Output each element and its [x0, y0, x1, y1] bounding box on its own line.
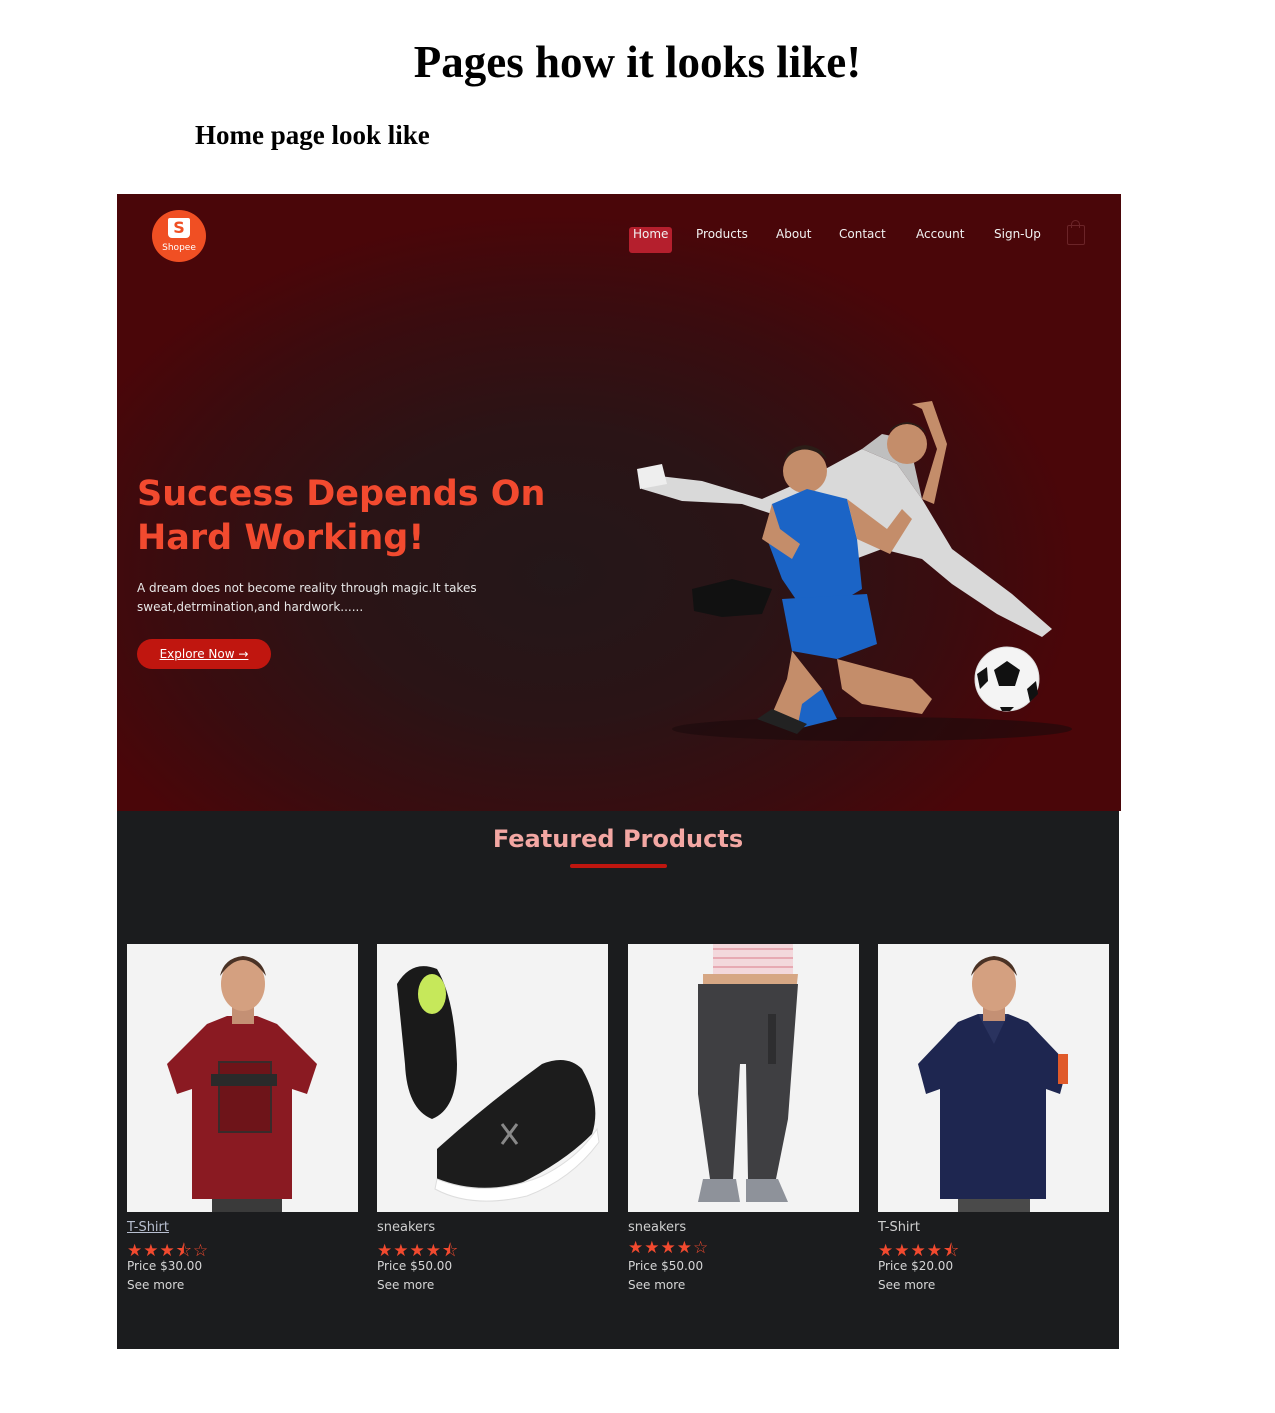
hero-screenshot: S Shopee Home Products About Contact Acc…	[117, 194, 1121, 811]
product-name[interactable]: T-Shirt	[127, 1220, 358, 1235]
hero-description: A dream does not become reality through …	[137, 581, 477, 614]
nav-contact[interactable]: Contact	[839, 227, 886, 253]
product-price: Price $20.00	[878, 1259, 954, 1273]
cart-icon[interactable]	[1067, 220, 1085, 245]
featured-products-title: Featured Products	[492, 825, 744, 853]
star-rating-icon: ★★★★⯪	[878, 1241, 961, 1261]
hero-heading: Success Depends On Hard Working!	[137, 474, 546, 558]
explore-now-button[interactable]: Explore Now →	[137, 639, 271, 669]
see-more-link[interactable]: See more	[377, 1278, 608, 1292]
product-card[interactable]: T-Shirt ★★★⯪☆ Price $30.00 See more	[127, 944, 358, 1292]
star-rating-icon: ★★★★☆	[628, 1238, 710, 1258]
nav-about[interactable]: About	[776, 227, 811, 253]
product-card[interactable]: sneakers ★★★★⯪ Price $50.00 See more	[377, 944, 608, 1292]
product-name[interactable]: sneakers	[377, 1220, 608, 1235]
star-rating-icon: ★★★★⯪	[377, 1241, 460, 1261]
product-image-joggers[interactable]	[628, 944, 859, 1212]
document-subtitle: Home page look like	[195, 120, 430, 150]
see-more-link[interactable]: See more	[628, 1278, 859, 1292]
featured-products-section: Featured Products T-Shirt ★★★⯪☆ Price $3…	[117, 811, 1119, 1349]
title-underline	[570, 864, 667, 868]
product-image-red-tshirt[interactable]	[127, 944, 358, 1212]
document-title: Pages how it looks like!	[413, 37, 862, 87]
nav-products[interactable]: Products	[696, 227, 748, 253]
main-nav: Home Products About Contact Account Sign…	[117, 227, 1121, 253]
nav-sign-up[interactable]: Sign-Up	[994, 227, 1041, 253]
product-price: Price $50.00	[628, 1259, 704, 1273]
see-more-link[interactable]: See more	[878, 1278, 1109, 1292]
product-price: Price $50.00	[377, 1259, 453, 1273]
nav-account[interactable]: Account	[916, 227, 964, 253]
product-image-sneakers[interactable]	[377, 944, 608, 1212]
product-card[interactable]: T-Shirt ★★★★⯪ Price $20.00 See more	[878, 944, 1109, 1292]
product-name[interactable]: sneakers	[628, 1220, 859, 1235]
star-rating-icon: ★★★⯪☆	[127, 1241, 210, 1261]
product-card[interactable]: sneakers ★★★★☆ Price $50.00 See more	[628, 944, 859, 1292]
nav-home[interactable]: Home	[629, 227, 673, 253]
see-more-link[interactable]: See more	[127, 1278, 358, 1292]
product-price: Price $30.00	[127, 1259, 203, 1273]
product-image-navy-polo[interactable]	[878, 944, 1109, 1212]
product-name[interactable]: T-Shirt	[878, 1220, 1109, 1235]
football-players-image	[622, 389, 1072, 759]
